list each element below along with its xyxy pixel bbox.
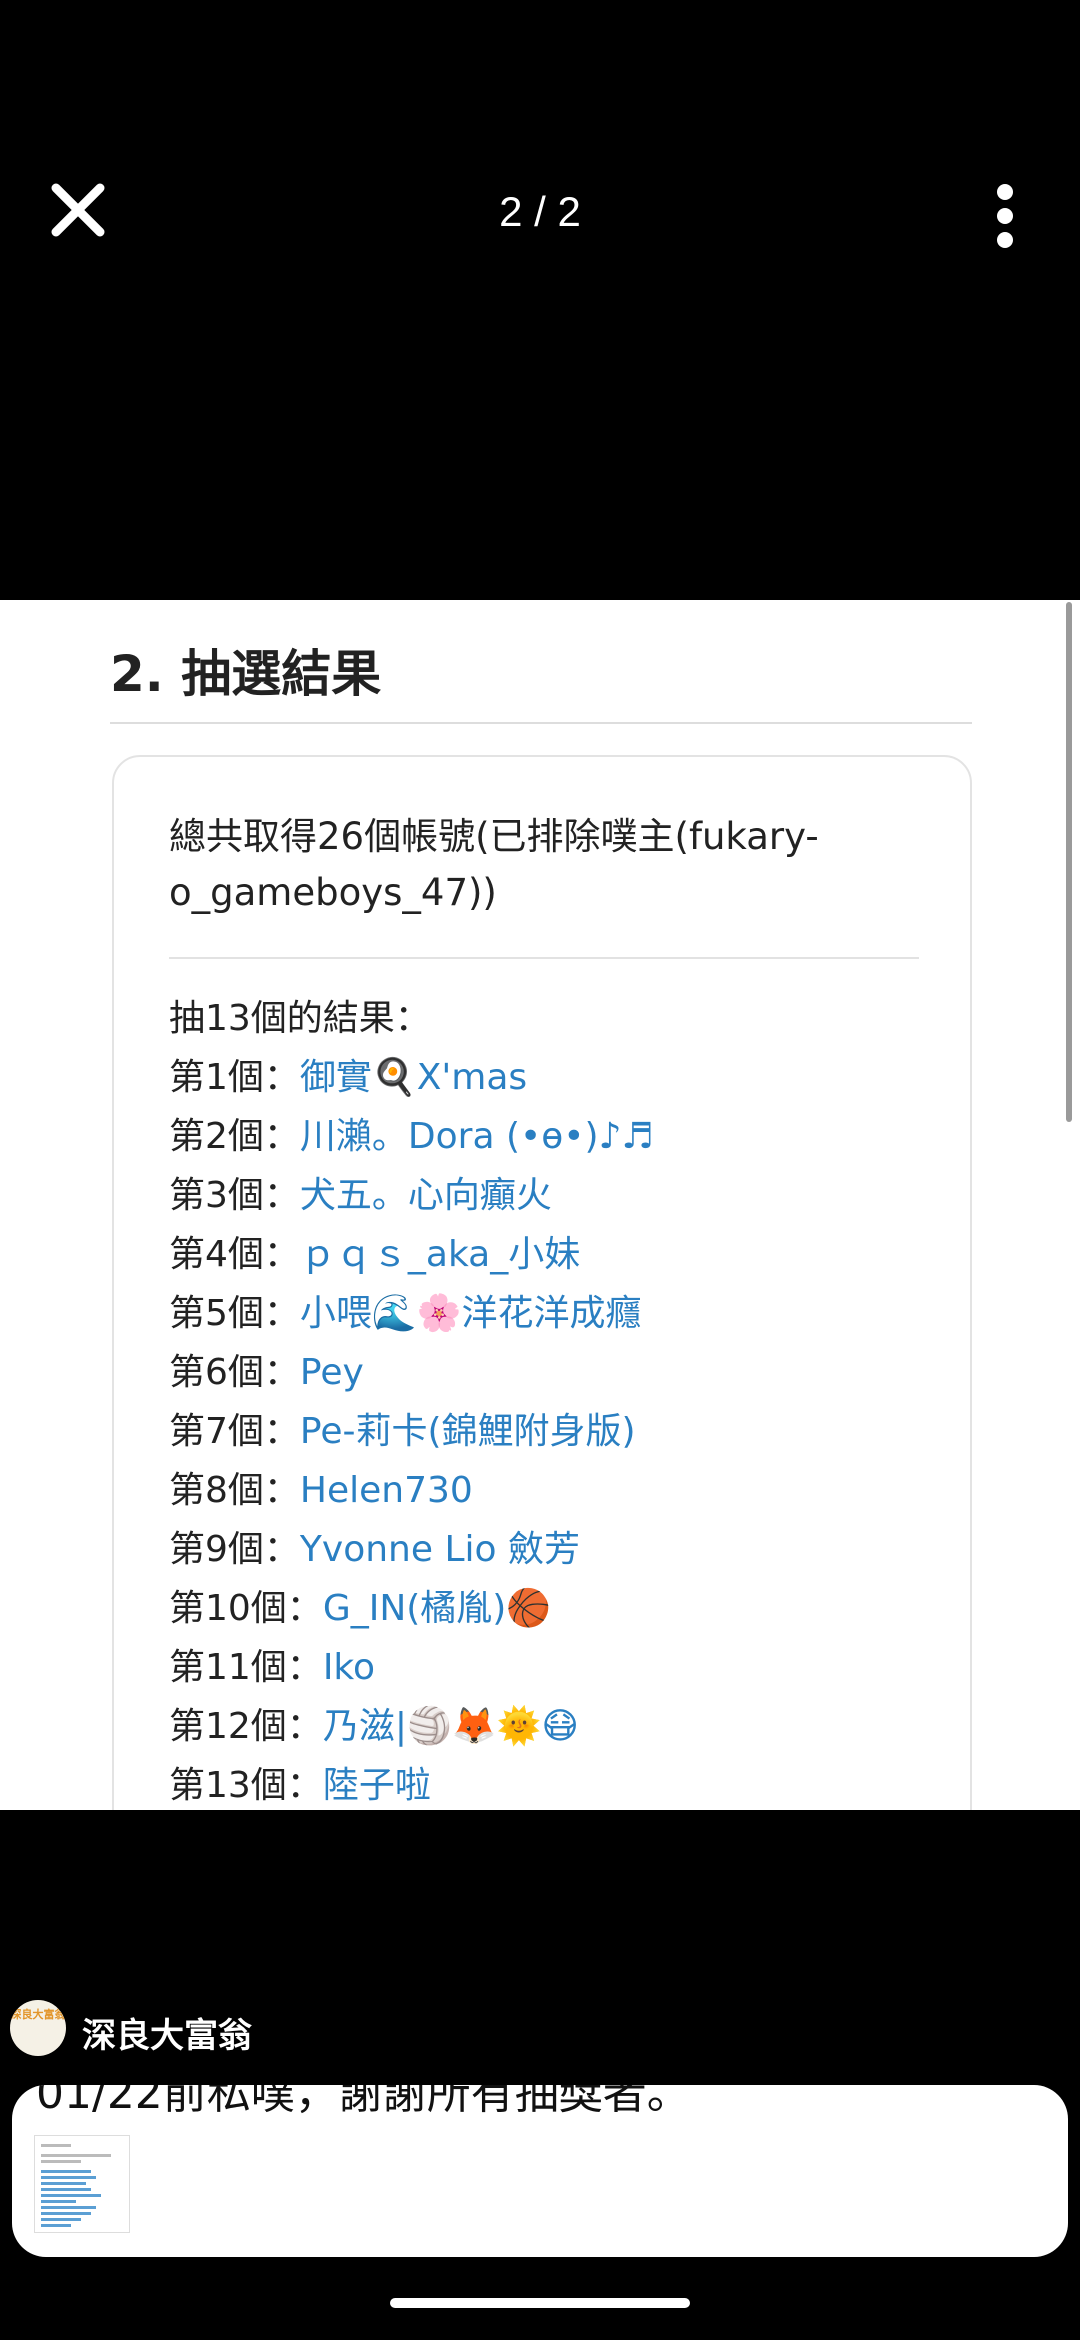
result-name-link[interactable]: 川瀨。Dora (•ө•)♪♬ <box>300 1116 654 1157</box>
more-dot-icon <box>997 232 1013 248</box>
thumbnail-line <box>41 2224 71 2227</box>
result-row: 第5個：小喂🌊🌸洋花洋成癮 <box>169 1284 949 1343</box>
thumbnail-line <box>41 2176 96 2179</box>
thumbnail-image[interactable] <box>34 2135 130 2233</box>
thumbnail-line <box>41 2154 111 2157</box>
result-label: 第8個： <box>169 1470 300 1511</box>
result-row: 第4個：ｐｑｓ_aka_小妹 <box>169 1225 949 1284</box>
result-row: 第11個：Iko <box>169 1638 949 1697</box>
result-label: 第3個： <box>169 1175 300 1216</box>
result-name-link[interactable]: Pe-莉卡(錦鯉附身版) <box>300 1411 636 1452</box>
card-divider <box>169 957 919 959</box>
result-row: 第9個：Yvonne Lio 斂芳 <box>169 1520 949 1579</box>
result-label: 第7個： <box>169 1411 300 1452</box>
caption-text: 01/22前私噗，謝謝所有抽獎者。 <box>36 2085 691 2119</box>
home-indicator[interactable] <box>390 2298 690 2308</box>
document-image[interactable]: 2. 抽選結果 總共取得26個帳號(已排除噗主(fukary-o_gameboy… <box>0 600 1080 1810</box>
result-row: 第1個：御實🍳X'mas <box>169 1048 949 1107</box>
document-scrollbar <box>1066 602 1072 1122</box>
result-name-link[interactable]: G_IN(橘胤)🏀 <box>323 1588 551 1629</box>
result-label: 第12個： <box>169 1706 323 1747</box>
result-name-link[interactable]: 犬五。心向癲火 <box>300 1175 552 1216</box>
section-heading: 2. 抽選結果 <box>110 645 382 703</box>
result-row: 第8個：Helen730 <box>169 1461 949 1520</box>
thumbnail-line <box>41 2144 71 2147</box>
result-row: 第10個：G_IN(橘胤)🏀 <box>169 1579 949 1638</box>
result-name-link[interactable]: Yvonne Lio 斂芳 <box>300 1529 580 1570</box>
author-row[interactable]: 深良大富翁 深良大富翁 <box>10 2000 610 2060</box>
thumbnail-line <box>41 2194 101 2197</box>
result-label: 第9個： <box>169 1529 300 1570</box>
result-label: 第6個： <box>169 1352 300 1393</box>
result-name-link[interactable]: Iko <box>323 1647 375 1688</box>
thumbnail-line <box>41 2182 86 2185</box>
summary-text: 總共取得26個帳號(已排除噗主(fukary-o_gameboys_47)) <box>169 815 819 914</box>
result-row: 第2個：川瀨。Dora (•ө•)♪♬ <box>169 1107 949 1166</box>
result-name-link[interactable]: 御實🍳X'mas <box>300 1057 527 1098</box>
viewer-top-bar: 2 / 2 <box>0 0 1080 600</box>
result-name-link[interactable]: Pey <box>300 1352 364 1393</box>
thumbnail-line <box>41 2188 91 2191</box>
result-label: 第5個： <box>169 1293 300 1334</box>
result-name-link[interactable]: 乃滋|🏐🦊🌞😷 <box>323 1706 579 1747</box>
thumbnail-line <box>41 2218 81 2221</box>
result-card: 總共取得26個帳號(已排除噗主(fukary-o_gameboys_47)) 抽… <box>112 755 972 1810</box>
thumbnail-line <box>41 2212 91 2215</box>
result-label: 第13個： <box>169 1765 323 1806</box>
author-name[interactable]: 深良大富翁 <box>82 2008 252 2057</box>
thumbnail-line <box>41 2206 96 2209</box>
result-label: 第11個： <box>169 1647 323 1688</box>
more-dot-icon <box>997 208 1013 224</box>
result-label: 第2個： <box>169 1116 300 1157</box>
result-name-link[interactable]: Helen730 <box>300 1470 473 1511</box>
result-label: 第1個： <box>169 1057 300 1098</box>
thumbnail-line <box>41 2200 76 2203</box>
result-label: 第10個： <box>169 1588 323 1629</box>
more-dot-icon <box>997 184 1013 200</box>
results-title: 抽13個的結果： <box>169 998 431 1039</box>
avatar[interactable]: 深良大富翁 <box>10 2000 66 2056</box>
result-name-link[interactable]: ｐｑｓ_aka_小妹 <box>300 1234 580 1275</box>
result-row: 第13個：陸子啦 <box>169 1756 949 1810</box>
thumbnail-line <box>41 2160 81 2163</box>
result-row: 第12個：乃滋|🏐🦊🌞😷 <box>169 1697 949 1756</box>
page-counter: 2 / 2 <box>499 188 581 235</box>
caption-card[interactable]: 01/22前私噗，謝謝所有抽獎者。 <box>12 2085 1068 2257</box>
thumbnail-line <box>41 2170 91 2173</box>
result-name-link[interactable]: 小喂🌊🌸洋花洋成癮 <box>300 1293 642 1334</box>
result-row: 第7個：Pe-莉卡(錦鯉附身版) <box>169 1402 949 1461</box>
result-row: 第6個：Pey <box>169 1343 949 1402</box>
result-name-link[interactable]: 陸子啦 <box>323 1765 431 1806</box>
avatar-logo-text: 深良大富翁 <box>10 2008 66 2021</box>
more-options-button[interactable] <box>975 178 1035 250</box>
result-row: 第3個：犬五。心向癲火 <box>169 1166 949 1225</box>
results-list: 抽13個的結果： 第1個：御實🍳X'mas 第2個：川瀨。Dora (•ө•)♪… <box>169 989 949 1810</box>
heading-divider <box>110 722 972 724</box>
result-label: 第4個： <box>169 1234 300 1275</box>
